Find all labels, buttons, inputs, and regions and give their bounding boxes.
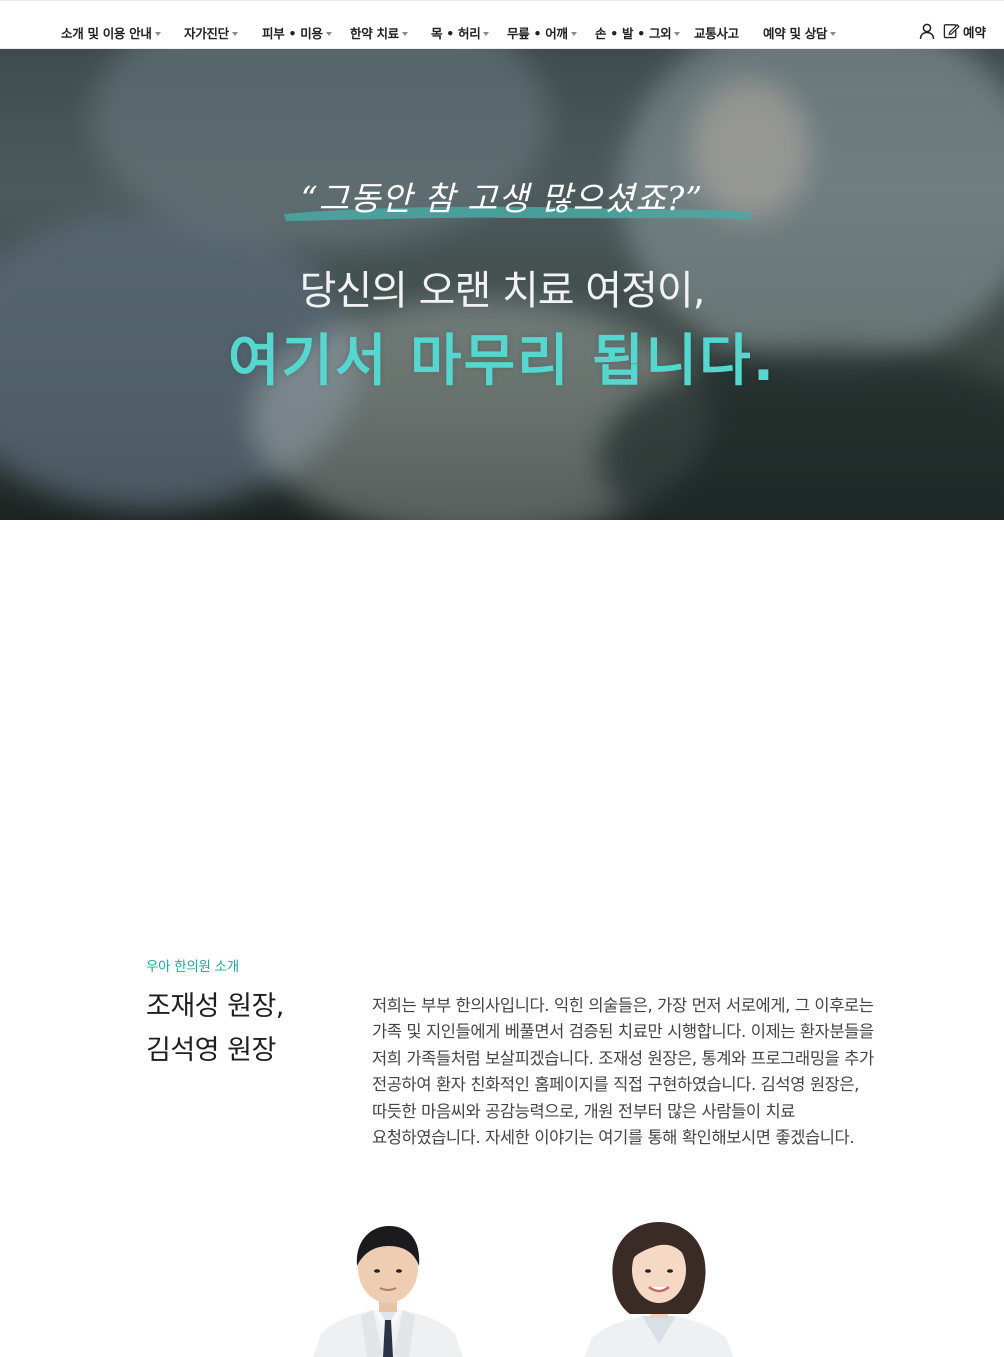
caret-down-icon — [325, 31, 332, 36]
reserve-button[interactable]: 예약 — [943, 20, 993, 42]
nav-item-skin-beauty[interactable]: 피부 • 미용 — [262, 23, 332, 42]
doctor-portrait-male — [313, 1216, 463, 1357]
nav-item-self-diagnosis[interactable]: 자가진단 — [184, 23, 238, 42]
nav-item-neck-back[interactable]: 목 • 허리 — [431, 23, 490, 42]
doctor-name-1: 조재성 원장, — [146, 991, 284, 1022]
nav-item-knee-shoulder[interactable]: 무릎 • 어깨 — [507, 23, 577, 42]
top-navigation-bar: 소개 및 이용 안내 자가진단 피부 • 미용 한약 치료 목 • 허리 무릎 … — [0, 0, 1004, 49]
doctor-portrait-female — [584, 1216, 734, 1357]
nav-item-hand-foot-etc[interactable]: 손 • 발 • 그외 — [595, 23, 681, 42]
caret-down-icon — [830, 31, 837, 36]
edit-icon — [943, 23, 960, 39]
caret-down-icon — [483, 31, 490, 36]
section-kicker: 우아 한의원 소개 — [146, 959, 239, 975]
nav-item-herbal-treatment[interactable]: 한약 치료 — [350, 23, 408, 42]
nav-item-about[interactable]: 소개 및 이용 안내 — [61, 23, 161, 42]
hero-quote: “그동안 참 고생 많으셨죠?” — [300, 179, 704, 218]
doctor-names: 조재성 원장, 김석영 원장 — [146, 985, 284, 1073]
hero-headline: 당신의 오랜 치료 여정이, — [299, 268, 706, 314]
user-icon[interactable] — [918, 22, 936, 40]
hero-banner: “그동안 참 고생 많으셨죠?” 당신의 오랜 치료 여정이, 여기서 마무리 … — [0, 49, 1004, 520]
nav-item-reservation-consult[interactable]: 예약 및 상담 — [763, 23, 837, 42]
nav-item-traffic-accident[interactable]: 교통사고 — [694, 23, 739, 42]
intro-paragraph: 저희는 부부 한의사입니다. 익힌 의술들은, 가장 먼저 서로에게, 그 이후… — [372, 996, 874, 1148]
caret-down-icon — [401, 31, 408, 36]
caret-down-icon — [570, 31, 577, 36]
caret-down-icon — [674, 31, 681, 36]
caret-down-icon — [231, 31, 238, 36]
caret-down-icon — [154, 31, 161, 36]
hero-highlight: 여기서 마무리 됩니다. — [228, 329, 776, 394]
doctor-name-2: 김석영 원장 — [146, 1035, 276, 1066]
